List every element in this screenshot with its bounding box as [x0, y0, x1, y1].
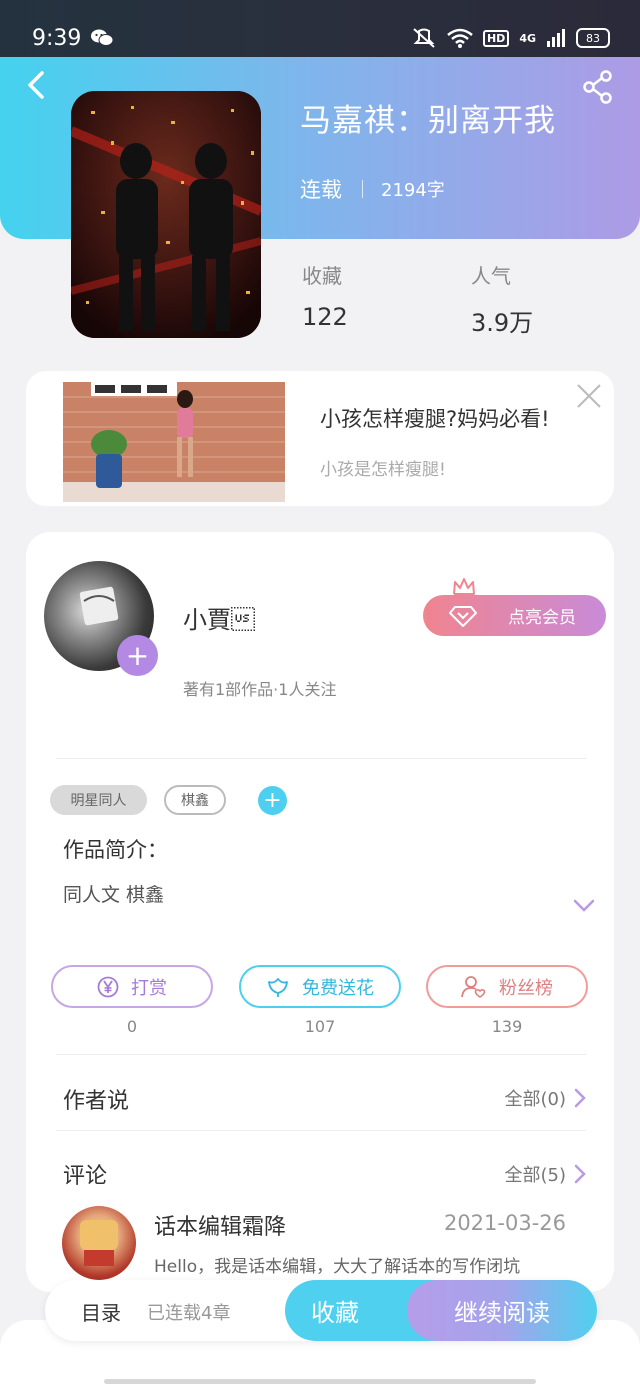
- home-indicator[interactable]: [104, 1379, 536, 1384]
- table-of-contents-button[interactable]: 目录: [81, 1297, 121, 1326]
- intro-heading: 作品简介：: [63, 838, 168, 862]
- mute-icon: [413, 28, 435, 48]
- yen-coin-icon: [97, 976, 119, 997]
- ad-subtitle: 小孩是怎样瘦腿!: [320, 460, 446, 480]
- comments-all-label: 全部(5): [504, 1165, 567, 1186]
- flower-count: 107: [304, 1017, 336, 1036]
- reward-count: 0: [126, 1017, 138, 1036]
- fan-user-icon: [461, 975, 486, 998]
- fans-count: 139: [491, 1017, 523, 1036]
- stat-value: 122: [302, 303, 348, 331]
- stat-favorites: 收藏 122: [302, 260, 348, 331]
- ad-image[interactable]: [63, 382, 285, 502]
- status-bar: 9:39 HD 4G 83: [0, 0, 640, 57]
- stat-label: 人气: [471, 264, 511, 288]
- reward-label: 打赏: [131, 977, 167, 999]
- commenter-avatar[interactable]: [62, 1206, 136, 1280]
- stat-popularity: 人气 3.9万: [471, 260, 533, 338]
- flower-icon: [268, 977, 288, 997]
- tag-chip[interactable]: 棋鑫: [164, 785, 226, 815]
- diamond-icon: [449, 606, 477, 627]
- ad-banner[interactable]: 小孩怎样瘦腿?妈妈必看! 小孩是怎样瘦腿!: [26, 371, 614, 506]
- comment-text: Hello，我是话本编辑，大大了解话本的写作闭坑: [154, 1257, 521, 1277]
- comment-date: 2021-03-26: [443, 1211, 566, 1235]
- tag-chip[interactable]: 明星同人: [50, 785, 147, 815]
- divider: [56, 1054, 586, 1055]
- author-says-title: 作者说: [63, 1089, 130, 1114]
- stat-value: 3.9万: [471, 309, 534, 337]
- commenter-avatar-illustration: [80, 1220, 118, 1266]
- send-flower-button[interactable]: 免费送花: [239, 965, 401, 1008]
- send-flower-label: 免费送花: [302, 977, 374, 999]
- divider: [56, 758, 586, 759]
- fans-rank-button[interactable]: 粉丝榜: [426, 965, 588, 1008]
- bottom-action-bar: 目录 已连载4章 收藏 继续阅读: [45, 1280, 597, 1341]
- crown-icon: [453, 578, 475, 595]
- wechat-icon: [91, 29, 113, 46]
- intro-text: 同人文 棋鑫: [63, 884, 165, 906]
- stat-label: 收藏: [302, 264, 342, 288]
- wifi-icon: [447, 28, 473, 48]
- chevron-down-icon[interactable]: [573, 899, 595, 913]
- comments-title: 评论: [63, 1164, 108, 1189]
- status-divider: [362, 180, 363, 198]
- word-count: 2194字: [381, 180, 445, 201]
- fans-rank-label: 粉丝榜: [499, 977, 553, 999]
- book-detail-card: + 小賈 著有1部作品·1人关注 点亮会员 明星同人 棋鑫 + 作品简介： 同人…: [26, 532, 614, 1292]
- continue-reading-button[interactable]: 继续阅读: [407, 1280, 597, 1341]
- serial-status: 连载: [300, 178, 342, 202]
- back-arrow-icon[interactable]: [22, 70, 52, 100]
- author-meta: 著有1部作品·1人关注: [183, 680, 337, 699]
- ad-illustration: [63, 382, 285, 502]
- book-title: 马嘉祺：别离开我: [300, 103, 556, 139]
- commenter-name[interactable]: 话本编辑霜降: [154, 1209, 286, 1241]
- ad-title: 小孩怎样瘦腿?妈妈必看!: [320, 407, 550, 431]
- book-status-line: 连载 2194字: [300, 174, 445, 204]
- hd-badge: HD: [482, 29, 510, 47]
- share-icon[interactable]: [582, 70, 614, 104]
- status-icons: HD 4G 83: [411, 27, 610, 49]
- status-time: 9:39: [32, 26, 82, 51]
- reward-button[interactable]: 打赏: [51, 965, 213, 1008]
- comments-all-link[interactable]: 全部(5): [505, 1161, 587, 1187]
- author-name[interactable]: 小賈: [183, 600, 255, 635]
- vip-label: 点亮会员: [508, 608, 576, 628]
- vip-membership-button[interactable]: 点亮会员: [423, 595, 606, 636]
- author-says-all-label: 全部(0): [504, 1089, 567, 1110]
- cover-illustration: [71, 91, 261, 338]
- signal-icon: [547, 29, 565, 47]
- follow-author-button[interactable]: +: [117, 635, 158, 676]
- network-type: 4G: [519, 31, 536, 45]
- author-says-all-link[interactable]: 全部(0): [505, 1085, 587, 1111]
- chevron-right-icon: [574, 1088, 586, 1108]
- book-cover-image[interactable]: [71, 91, 261, 338]
- chevron-right-icon: [574, 1164, 586, 1184]
- add-tag-button[interactable]: +: [258, 786, 287, 815]
- battery-icon: 83: [576, 28, 610, 48]
- divider: [56, 1130, 586, 1131]
- chapter-count: 已连载4章: [147, 1303, 231, 1324]
- close-icon[interactable]: [576, 383, 602, 409]
